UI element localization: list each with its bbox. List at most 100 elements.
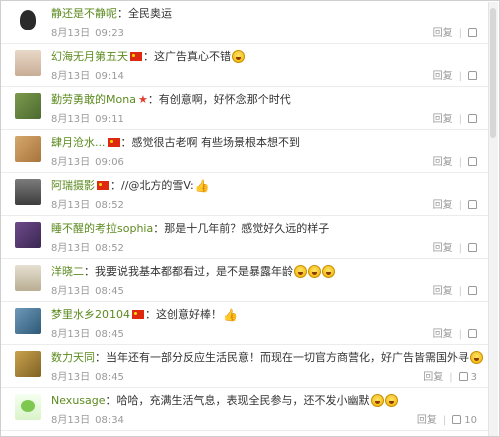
comment-line: 肆月沧水... ：感觉很古老啊 有些场景根本想不到 — [51, 135, 300, 150]
action-separator: | — [449, 372, 453, 383]
comment-timestamp: 8月13日 09:23 — [51, 24, 124, 39]
comment-timestamp: 8月13日 09:06 — [51, 153, 124, 168]
avatar[interactable] — [15, 136, 41, 162]
comment-time: 08:52 — [95, 243, 124, 254]
laugh-emoji-icon — [308, 265, 321, 278]
comment-text: ：当年还有一部分反应生活民意！而现在一切官方商营化，好广告皆需国外寻 — [95, 351, 469, 364]
comment-time: 08:52 — [95, 200, 124, 211]
action-separator: | — [458, 114, 462, 125]
comment-actions: 回复 | — [433, 110, 477, 125]
avatar[interactable] — [15, 179, 41, 205]
username-link[interactable]: 肆月沧水... — [51, 136, 106, 149]
comment-line: 梦里水乡20104 ：这创意好棒！👍 — [51, 307, 238, 323]
username-link[interactable]: 洋晓二 — [51, 265, 84, 278]
comment-time: 09:14 — [95, 71, 124, 82]
action-separator: | — [458, 286, 462, 297]
comment-item: 睡不醒的考拉sophia：那是十几年前？感觉好久远的样子 8月13日 08:52 回复… — [1, 218, 489, 259]
comment-line: 洋晓二：我要说我基本都都看过，是不是暴露年龄 — [51, 264, 335, 279]
reply-button[interactable]: 回复 — [433, 243, 453, 254]
reply-button[interactable]: 回复 — [417, 415, 437, 426]
comment-date: 8月13日 — [51, 200, 91, 211]
reply-button[interactable]: 回复 — [433, 28, 453, 39]
action-separator: | — [458, 28, 462, 39]
like-icon[interactable] — [468, 286, 477, 295]
username-link[interactable]: 阿瑞摄影 — [51, 179, 95, 192]
like-icon[interactable] — [468, 28, 477, 37]
username-link[interactable]: 数力天同 — [51, 351, 95, 364]
reply-button[interactable]: 回复 — [433, 329, 453, 340]
comment-timestamp: 8月13日 09:11 — [51, 110, 124, 125]
comment-line: 阿瑞摄影 ：//@北方的雪V:👍 — [51, 178, 210, 194]
like-icon[interactable] — [452, 415, 462, 424]
avatar[interactable] — [15, 351, 41, 377]
laugh-emoji-icon — [232, 50, 245, 63]
reply-button[interactable]: 回复 — [433, 286, 453, 297]
like-icon[interactable] — [468, 200, 477, 209]
comment-text: ：//@北方的雪V: — [110, 179, 194, 192]
like-icon[interactable] — [468, 243, 477, 252]
reply-button[interactable]: 回复 — [433, 114, 453, 125]
comment-date: 8月13日 — [51, 71, 91, 82]
comment-line: 睡不醒的考拉sophia：那是十几年前？感觉好久远的样子 — [51, 221, 329, 236]
action-separator: | — [458, 243, 462, 254]
avatar[interactable] — [15, 93, 41, 119]
comment-timestamp: 8月13日 08:45 — [51, 325, 124, 340]
comment-timestamp: 8月13日 08:34 — [51, 411, 124, 426]
thumbs-up-emoji-icon: 👍 — [194, 179, 210, 193]
comment-timestamp: 8月13日 08:52 — [51, 239, 124, 254]
comment-actions: 回复 | — [433, 282, 477, 297]
username-link[interactable]: 睡不醒的考拉sophia — [51, 222, 153, 235]
username-link[interactable]: 静还是不静呢 — [51, 7, 117, 20]
username-link[interactable]: 勤劳勇敢的Mona — [51, 93, 136, 106]
like-icon[interactable] — [468, 157, 477, 166]
username-link[interactable]: 梦里水乡20104 — [51, 308, 130, 321]
comment-text: ：全民奥运 — [117, 7, 172, 20]
comment-text: ：我要说我基本都都看过，是不是暴露年龄 — [84, 265, 293, 278]
reply-button[interactable]: 回复 — [423, 372, 443, 383]
comment-line: 勤劳勇敢的Mona ★：有创意啊，好怀念那个时代 — [51, 92, 291, 107]
reply-button[interactable]: 回复 — [433, 157, 453, 168]
laugh-emoji-icon — [370, 394, 384, 407]
like-icon[interactable] — [468, 71, 477, 80]
reply-button[interactable]: 回复 — [433, 200, 453, 211]
comment-item: 幻海无月第五天 ：这广告真心不错 8月13日 09:14 回复 | — [1, 46, 489, 87]
username-link[interactable]: 幻海无月第五天 — [51, 50, 128, 63]
avatar[interactable] — [15, 265, 41, 291]
avatar[interactable] — [15, 7, 41, 33]
scrollbar[interactable] — [488, 2, 498, 436]
scrollbar-thumb[interactable] — [490, 8, 496, 138]
comment-time: 08:45 — [95, 329, 124, 340]
star-badge-icon: ★ — [137, 93, 148, 106]
like-icon[interactable] — [458, 372, 468, 381]
comment-actions: 回复 | 3 — [423, 368, 477, 383]
like-icon[interactable] — [468, 329, 477, 338]
comment-item: 肆月沧水... ：感觉很古老啊 有些场景根本想不到 8月13日 09:06 回复 | — [1, 132, 489, 173]
comment-item: 静还是不静呢：全民奥运 8月13日 09:23 回复 | — [1, 3, 489, 44]
comment-date: 8月13日 — [51, 329, 91, 340]
comment-timestamp: 8月13日 08:45 — [51, 282, 124, 297]
china-flag-icon — [132, 310, 144, 319]
comment-date: 8月13日 — [51, 157, 91, 168]
comment-item: 洋晓二：我要说我基本都都看过，是不是暴露年龄 8月13日 08:45 回复 | — [1, 261, 489, 302]
comment-actions: 回复 | — [433, 196, 477, 211]
comment-text: ：哈哈，充满生活气息，表现全民参与，还不发小幽默 — [105, 394, 370, 407]
comment-actions: 回复 | — [433, 153, 477, 168]
comment-timestamp: 8月13日 08:52 — [51, 196, 124, 211]
laugh-emoji-icon — [470, 351, 483, 364]
comment-text: ：那是十几年前？感觉好久远的样子 — [153, 222, 330, 235]
comment-line: 静还是不静呢：全民奥运 — [51, 6, 172, 21]
comment-timestamp: 8月13日 09:14 — [51, 67, 124, 82]
avatar[interactable] — [15, 222, 41, 248]
like-icon[interactable] — [468, 114, 477, 123]
avatar[interactable] — [15, 50, 41, 76]
comment-actions: 回复 | 10 — [417, 411, 477, 426]
comment-line: 幻海无月第五天 ：这广告真心不错 — [51, 49, 245, 64]
reply-button[interactable]: 回复 — [433, 71, 453, 82]
comment-actions: 回复 | — [433, 325, 477, 340]
avatar[interactable] — [15, 308, 41, 334]
avatar[interactable] — [15, 394, 41, 420]
comment-text: ：这创意好棒！ — [145, 308, 222, 321]
action-separator: | — [458, 71, 462, 82]
laugh-emoji-icon — [322, 265, 335, 278]
username-link[interactable]: Nexusage — [51, 394, 106, 407]
